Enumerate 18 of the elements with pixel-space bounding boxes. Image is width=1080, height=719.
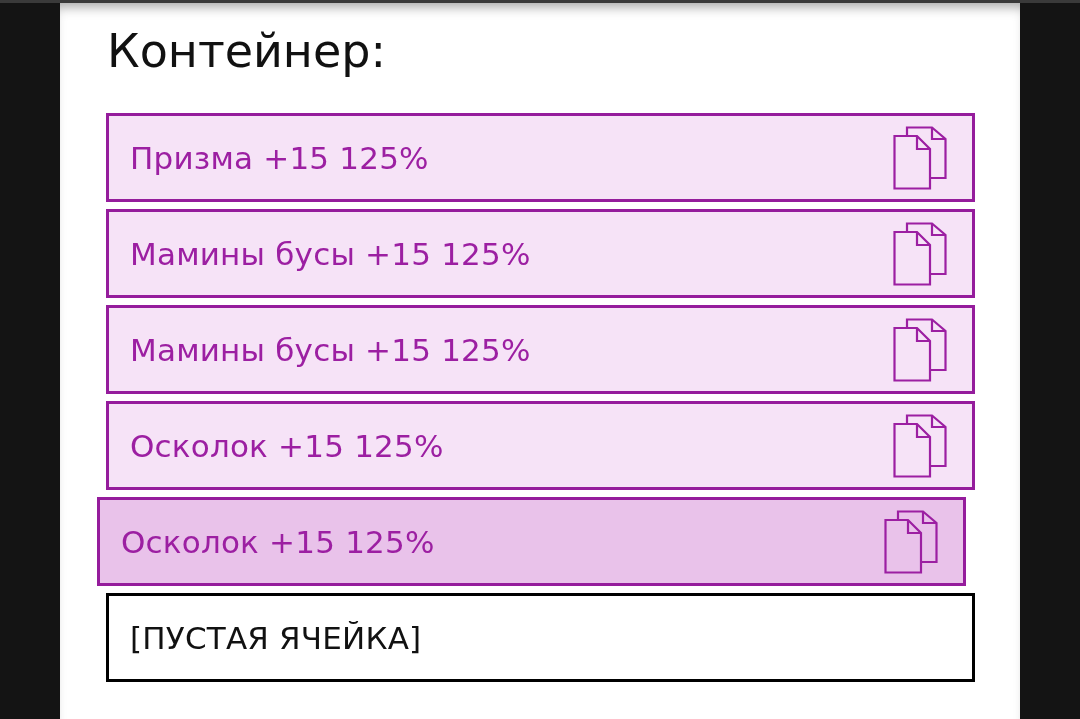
container-title: Контейнер:	[107, 24, 386, 78]
item-row[interactable]: Осколок +15 125%	[106, 401, 975, 490]
copy-icon[interactable]	[893, 413, 947, 478]
copy-icon[interactable]	[884, 509, 938, 574]
item-label: Мамины бусы +15 125%	[130, 235, 531, 272]
item-row[interactable]: Призма +15 125%	[106, 113, 975, 202]
empty-slot-label: [ПУСТАЯ ЯЧЕЙКА]	[130, 619, 422, 656]
item-label: Мамины бусы +15 125%	[130, 331, 531, 368]
dragged-item-row[interactable]: Осколок +15 125%	[97, 497, 966, 586]
item-label: Осколок +15 125%	[130, 427, 444, 464]
item-row[interactable]: Мамины бусы +15 125%	[106, 209, 975, 298]
copy-icon[interactable]	[893, 125, 947, 190]
empty-slot[interactable]: [ПУСТАЯ ЯЧЕЙКА]	[106, 593, 975, 682]
item-label: Призма +15 125%	[130, 139, 429, 176]
copy-icon[interactable]	[893, 317, 947, 382]
item-label: Осколок +15 125%	[121, 523, 435, 560]
item-row[interactable]: Мамины бусы +15 125%	[106, 305, 975, 394]
copy-icon[interactable]	[893, 221, 947, 286]
